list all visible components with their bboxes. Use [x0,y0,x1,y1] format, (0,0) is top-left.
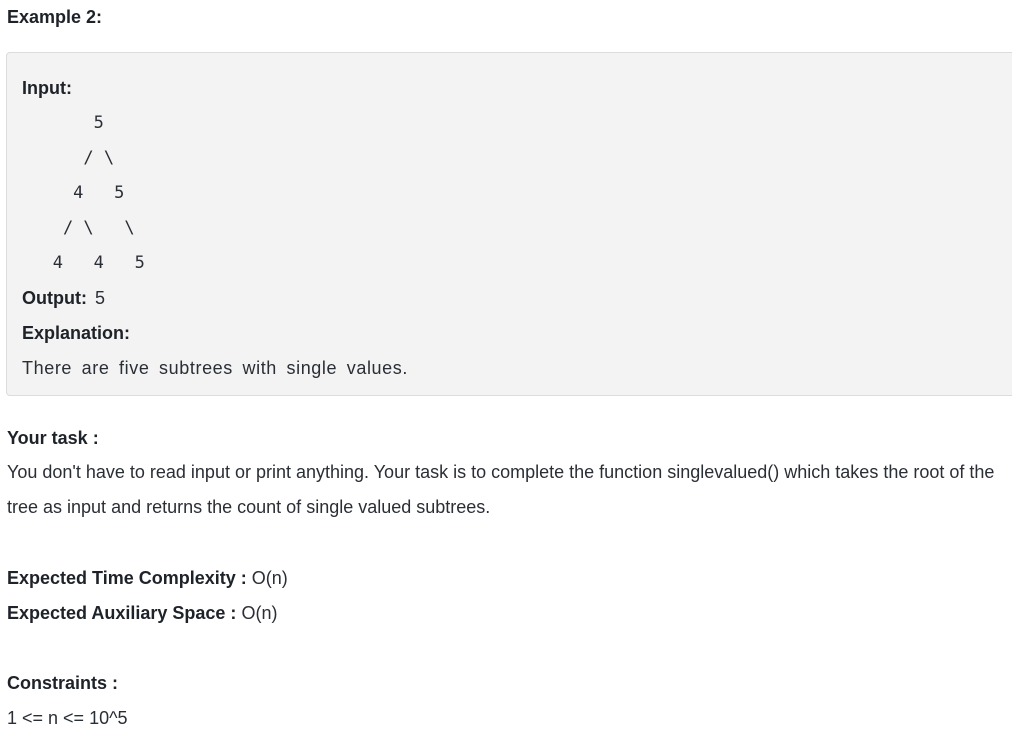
time-complexity-label: Expected Time Complexity : [7,568,247,588]
explanation-text: There are five subtrees with single valu… [22,358,408,378]
time-complexity-row: Expected Time Complexity : O(n) [7,565,288,591]
constraints-value: 1 <= n <= 10^5 [7,708,128,728]
time-complexity-value: O(n) [251,568,288,588]
tree-line-4: / \ \ [22,218,135,238]
space-complexity-row: Expected Auxiliary Space : O(n) [7,600,277,626]
output-value: 5 [94,288,105,308]
example-box: Input: 5 / \ 4 5 / \ \ 4 4 5 Output: 5 Ex… [6,52,1012,396]
space-complexity-value: O(n) [241,603,278,623]
task-description: You don't have to read input or print an… [7,462,995,517]
explanation-label: Explanation: [22,323,131,343]
tree-line-1: 5 [22,113,104,133]
output-label: Output: [22,288,87,308]
example-heading: Example 2: [7,7,103,27]
constraints-title: Constraints : [7,673,119,693]
space-complexity-label: Expected Auxiliary Space : [7,603,237,623]
output-row: Output: 5 [22,285,105,311]
tree-line-5: 4 4 5 [22,253,145,273]
tree-line-3: 4 5 [22,183,125,203]
task-title: Your task : [7,428,99,448]
tree-line-2: / \ [22,148,115,168]
input-label: Input: [22,78,72,98]
